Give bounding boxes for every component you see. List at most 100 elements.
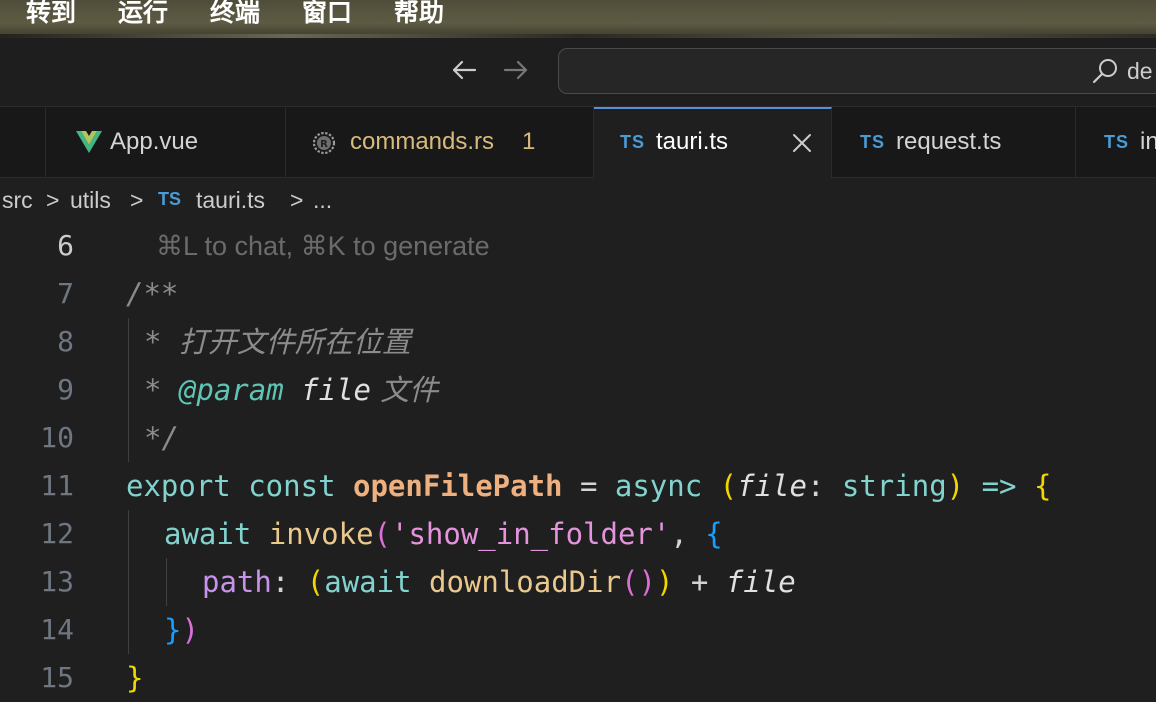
- indent-guide: [128, 510, 129, 654]
- paren-token: ): [655, 565, 674, 599]
- rust-icon: R: [312, 131, 336, 155]
- keyword-token: export: [126, 469, 231, 503]
- comment-token: *: [144, 373, 179, 407]
- code-line: }: [126, 654, 143, 702]
- menu-item-run[interactable]: 运行: [118, 0, 168, 30]
- tab-label: commands.rs: [350, 128, 495, 155]
- tab-label: tauri.ts: [656, 128, 729, 155]
- line-number: 14: [40, 613, 74, 646]
- breadcrumb-separator: >: [130, 187, 144, 213]
- ai-shortcut-hint: ⌘L to chat, ⌘K to generate: [156, 231, 490, 261]
- function-call-token: invoke: [251, 517, 374, 551]
- breadcrumb-symbols[interactable]: ...: [313, 178, 332, 222]
- keyword-token: async: [614, 469, 703, 503]
- line-number: 15: [40, 661, 74, 694]
- comment-token: *: [144, 325, 179, 359]
- tab-label: in: [1140, 128, 1156, 155]
- back-button[interactable]: [446, 52, 482, 88]
- line-number: 7: [57, 277, 74, 310]
- line-number: 6: [57, 229, 74, 262]
- tab-label: App.vue: [110, 128, 199, 155]
- menu-item-terminal[interactable]: 终端: [210, 0, 260, 30]
- tab-request-ts[interactable]: TS request.ts: [832, 107, 1076, 177]
- breadcrumb-separator: >: [46, 187, 60, 213]
- line-number: 11: [40, 469, 74, 502]
- menu-bar: 转到 运行 终端 窗口 帮助: [0, 0, 1156, 38]
- breadcrumb-separator: >: [290, 187, 304, 213]
- comment-token: */: [144, 421, 179, 455]
- search-icon: [1092, 59, 1117, 84]
- menu-item-window[interactable]: 窗口: [302, 0, 352, 30]
- property-token: path: [202, 565, 272, 599]
- menu-item-goto[interactable]: 转到: [26, 0, 76, 30]
- brace-token: }: [164, 613, 182, 647]
- close-icon[interactable]: [792, 133, 812, 153]
- line-number: 9: [57, 373, 74, 406]
- line-number: 10: [40, 421, 74, 454]
- paren-token: (: [702, 469, 738, 503]
- brace-token: }: [126, 661, 144, 695]
- code-line: path: (await downloadDir()) + file: [202, 558, 796, 606]
- code-line: /**: [126, 270, 178, 318]
- function-call-token: downloadDir: [411, 565, 622, 599]
- command-search-box[interactable]: de: [558, 48, 1156, 94]
- operator-token: +: [673, 565, 726, 599]
- paren-token: (: [306, 565, 325, 599]
- keyword-token: await: [164, 517, 252, 551]
- line-number: 13: [40, 565, 74, 598]
- arrow-token: =>: [964, 469, 1034, 503]
- tab-app-vue[interactable]: App.vue: [46, 107, 286, 177]
- paren-token: ): [181, 613, 199, 647]
- comment-token: 打开文件所在位置: [178, 325, 411, 359]
- breadcrumb: src > utils > TS tauri.ts > ...: [0, 178, 1156, 222]
- tab-commands-rs[interactable]: R commands.rs 1: [286, 107, 594, 177]
- string-token: 'show_in_folder': [391, 517, 671, 551]
- problem-count-badge: 1: [522, 128, 536, 155]
- tab-in[interactable]: TS in: [1076, 107, 1156, 177]
- forward-button[interactable]: [498, 52, 534, 88]
- operator-token: =: [562, 469, 615, 503]
- search-text: de: [1127, 58, 1153, 84]
- code-line: */: [144, 414, 179, 462]
- title-bar: de: [0, 38, 1156, 107]
- vue-icon: [76, 131, 102, 153]
- type-token: string: [841, 469, 947, 503]
- breadcrumb-src[interactable]: src: [2, 178, 33, 222]
- arrow-right-icon: [503, 60, 528, 80]
- tab-tauri-ts[interactable]: TS tauri.ts: [594, 107, 832, 178]
- paren-token: (: [373, 517, 391, 551]
- line-number: 8: [57, 325, 74, 358]
- menu-item-help[interactable]: 帮助: [394, 0, 444, 30]
- punctuation-token: :: [806, 469, 842, 503]
- comment-token: 文件: [371, 373, 439, 407]
- code-editor[interactable]: 6 7 8 9 10 11 12 13 14 15 ⌘L to chat, ⌘K…: [0, 222, 1156, 695]
- code-line: await invoke('show_in_folder', {: [164, 510, 723, 558]
- typescript-icon: TS: [158, 189, 182, 209]
- code-line: }): [164, 606, 199, 654]
- indent-guide: [166, 558, 167, 606]
- paren-token: ): [946, 469, 965, 503]
- tab-overflow[interactable]: [0, 107, 46, 177]
- code-line: export const openFilePath = async (file:…: [126, 462, 1051, 510]
- indent-guide: [128, 318, 129, 462]
- keyword-token: const: [230, 469, 353, 503]
- svg-text:R: R: [320, 139, 328, 150]
- typescript-icon: TS: [860, 132, 886, 152]
- typescript-icon: TS: [1104, 132, 1130, 152]
- brace-token: {: [705, 517, 723, 551]
- breadcrumb-utils[interactable]: utils: [70, 178, 111, 222]
- breadcrumb-file[interactable]: tauri.ts: [196, 178, 265, 222]
- tab-bar: App.vue R commands.rs 1 TS tauri.ts TS r…: [0, 107, 1156, 178]
- arrow-left-icon: [452, 60, 477, 80]
- keyword-token: await: [324, 565, 412, 599]
- tab-label: request.ts: [896, 128, 1002, 155]
- brace-token: {: [1033, 469, 1052, 503]
- paren-token: (): [621, 565, 656, 599]
- code-line: * 打开文件所在位置: [144, 318, 411, 366]
- jsdoc-param-token: file: [283, 373, 371, 407]
- comment-token: /**: [126, 277, 179, 311]
- punctuation-token: :: [271, 565, 307, 599]
- function-name-token: openFilePath: [352, 469, 563, 503]
- code-line: * @param file 文件: [144, 366, 438, 414]
- line-number: 12: [40, 517, 74, 550]
